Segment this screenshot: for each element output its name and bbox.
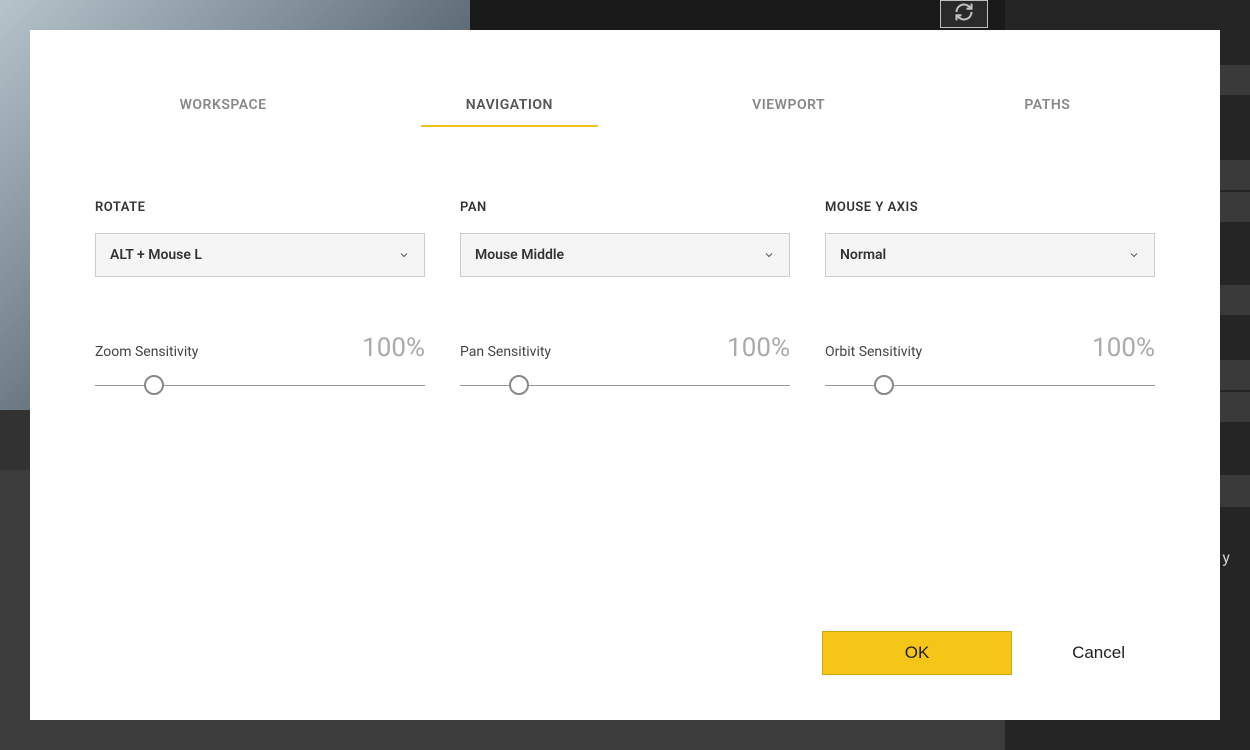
zoom-slider-value: 100% <box>362 333 425 363</box>
pan-slider[interactable] <box>460 375 790 395</box>
tab-navigation[interactable]: NAVIGATION <box>436 85 583 125</box>
tab-paths[interactable]: PATHS <box>994 85 1100 125</box>
rotate-dropdown-value: ALT + Mouse L <box>110 247 202 263</box>
ok-button[interactable]: OK <box>822 631 1012 675</box>
refresh-button[interactable] <box>940 0 988 28</box>
rotate-dropdown[interactable]: ALT + Mouse L <box>95 233 425 277</box>
refresh-icon <box>954 2 974 26</box>
section-rotate: ROTATE ALT + Mouse L Zoom Sensitivity 10… <box>95 200 425 395</box>
pan-slider-value: 100% <box>727 333 790 363</box>
pan-sensitivity-block: Pan Sensitivity 100% <box>460 333 790 395</box>
modal-footer: OK Cancel <box>822 631 1125 675</box>
mouse-y-title: MOUSE Y AXIS <box>825 200 1155 215</box>
pan-slider-handle[interactable] <box>509 375 529 395</box>
orbit-slider-value: 100% <box>1092 333 1155 363</box>
mouse-y-dropdown[interactable]: Normal <box>825 233 1155 277</box>
zoom-slider-header: Zoom Sensitivity 100% <box>95 333 425 363</box>
orbit-sensitivity-block: Orbit Sensitivity 100% <box>825 333 1155 395</box>
zoom-sensitivity-block: Zoom Sensitivity 100% <box>95 333 425 395</box>
tab-workspace[interactable]: WORKSPACE <box>150 85 297 125</box>
chevron-down-icon <box>1128 246 1140 265</box>
pan-dropdown-value: Mouse Middle <box>475 247 564 263</box>
pan-title: PAN <box>460 200 790 215</box>
chevron-down-icon <box>763 246 775 265</box>
section-mouse-y: MOUSE Y AXIS Normal Orbit Sensitivity 10… <box>825 200 1155 395</box>
zoom-slider-label: Zoom Sensitivity <box>95 344 198 360</box>
orbit-slider-label: Orbit Sensitivity <box>825 344 922 360</box>
settings-modal: WORKSPACE NAVIGATION VIEWPORT PATHS ROTA… <box>30 30 1220 720</box>
orbit-slider-handle[interactable] <box>874 375 894 395</box>
section-pan: PAN Mouse Middle Pan Sensitivity 100% <box>460 200 790 395</box>
orbit-slider[interactable] <box>825 375 1155 395</box>
chevron-down-icon <box>398 246 410 265</box>
orbit-slider-header: Orbit Sensitivity 100% <box>825 333 1155 363</box>
panel-text: y <box>1222 548 1230 567</box>
cancel-button[interactable]: Cancel <box>1072 643 1125 663</box>
mouse-y-dropdown-value: Normal <box>840 247 886 263</box>
pan-slider-label: Pan Sensitivity <box>460 344 551 360</box>
pan-slider-header: Pan Sensitivity 100% <box>460 333 790 363</box>
zoom-slider[interactable] <box>95 375 425 395</box>
tabs-container: WORKSPACE NAVIGATION VIEWPORT PATHS <box>30 85 1220 125</box>
tab-viewport[interactable]: VIEWPORT <box>722 85 855 125</box>
toolbar-background <box>470 0 1005 30</box>
pan-dropdown[interactable]: Mouse Middle <box>460 233 790 277</box>
rotate-title: ROTATE <box>95 200 425 215</box>
content-container: ROTATE ALT + Mouse L Zoom Sensitivity 10… <box>30 125 1220 395</box>
zoom-slider-handle[interactable] <box>144 375 164 395</box>
